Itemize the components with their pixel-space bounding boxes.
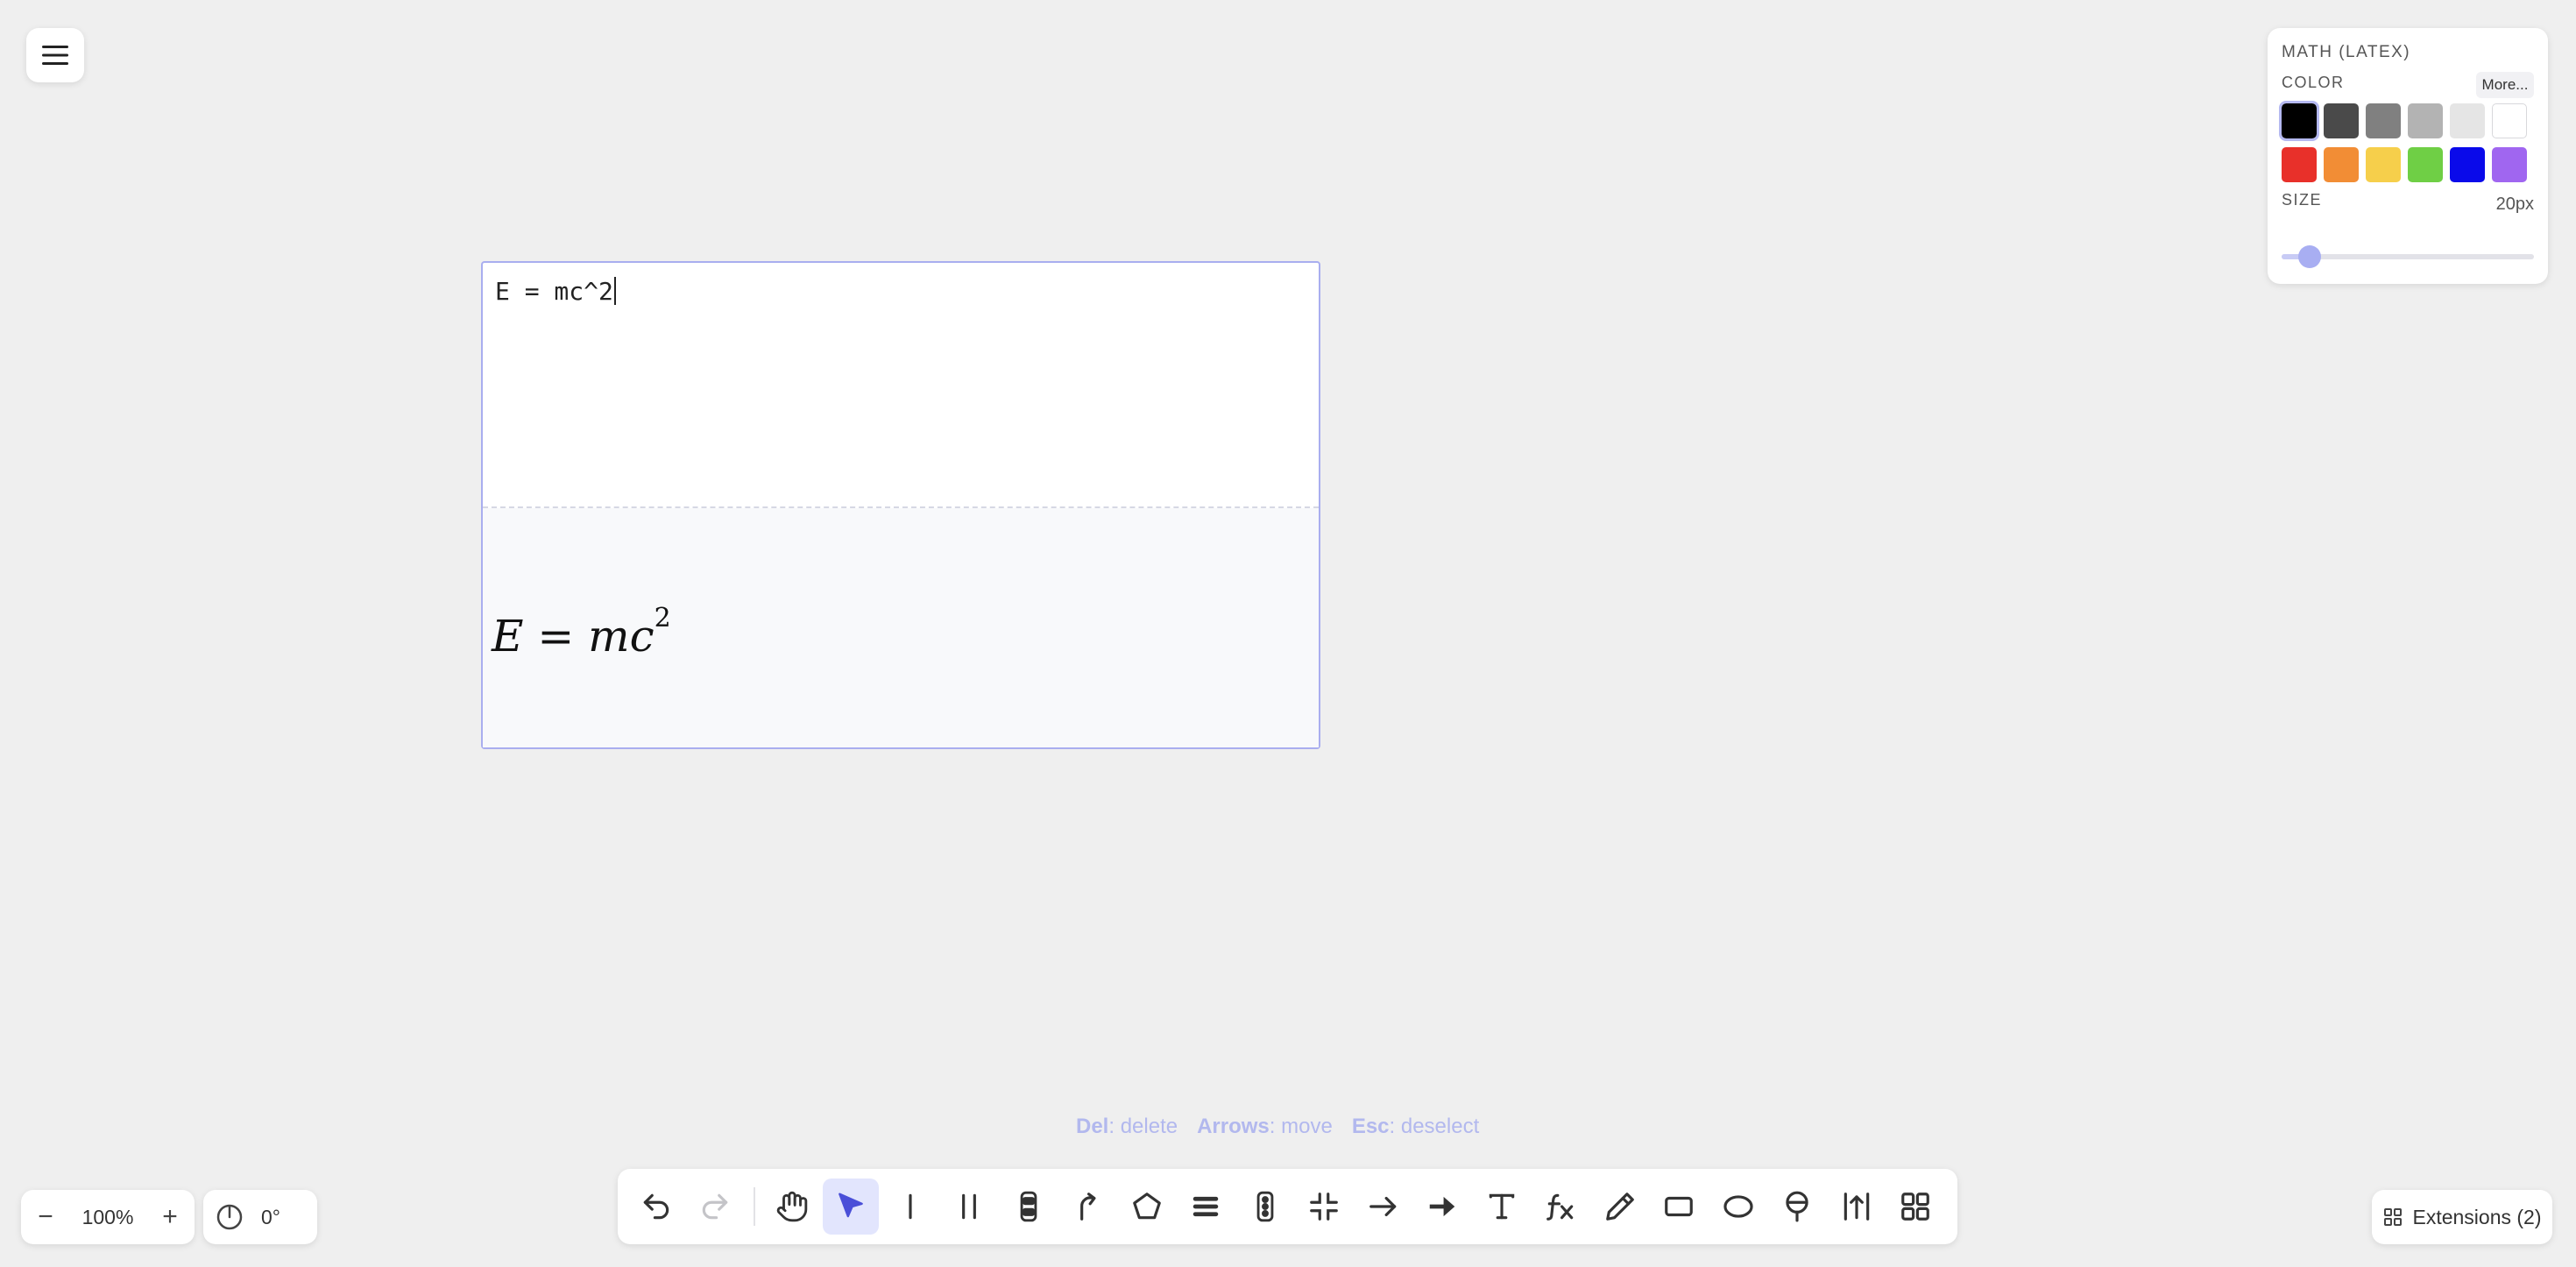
more-colors-button[interactable]: More... bbox=[2476, 72, 2534, 98]
compress-icon bbox=[1310, 1193, 1339, 1221]
rotation-value: 0° bbox=[261, 1205, 280, 1228]
rendered-base: E = mc bbox=[492, 611, 655, 662]
text-caret bbox=[613, 277, 616, 305]
size-value: 20px bbox=[2495, 195, 2534, 214]
math-function-tool[interactable] bbox=[1532, 1179, 1589, 1235]
undo-button[interactable] bbox=[628, 1179, 684, 1235]
rendered-exponent: 2 bbox=[654, 603, 671, 634]
curved-arrow-icon bbox=[1080, 1193, 1096, 1221]
stack-lines-icon bbox=[1192, 1196, 1219, 1217]
pin-icon bbox=[1786, 1191, 1808, 1222]
thick-arrow-tool[interactable] bbox=[1414, 1179, 1470, 1235]
extensions-grid-icon bbox=[2384, 1208, 2403, 1226]
toolbar-separator bbox=[754, 1187, 755, 1226]
zoom-level[interactable]: 100% bbox=[70, 1206, 145, 1229]
color-swatch[interactable] bbox=[2450, 147, 2485, 182]
color-swatches bbox=[2279, 101, 2532, 182]
double-line-icon bbox=[962, 1193, 977, 1220]
arrow-tool[interactable] bbox=[1355, 1179, 1412, 1235]
thick-arrow-icon bbox=[1429, 1196, 1455, 1217]
slider-thumb[interactable] bbox=[2297, 245, 2321, 268]
size-label: SIZE bbox=[2282, 191, 2323, 209]
main-menu-button[interactable] bbox=[26, 28, 84, 82]
zoom-out-button[interactable]: − bbox=[21, 1190, 70, 1244]
line-tool[interactable] bbox=[882, 1179, 938, 1235]
color-swatch[interactable] bbox=[2282, 147, 2317, 182]
size-slider[interactable] bbox=[2282, 244, 2534, 270]
zoom-in-button[interactable]: + bbox=[145, 1190, 195, 1244]
hint-key-arrows: Arrows bbox=[1197, 1115, 1270, 1138]
keyboard-hints: Del: delete Arrows: move Esc: deselect bbox=[1076, 1115, 1479, 1139]
hint-key-del: Del bbox=[1076, 1115, 1109, 1138]
hand-tool[interactable] bbox=[764, 1179, 820, 1235]
select-tool[interactable] bbox=[823, 1179, 879, 1235]
arrow-right-icon bbox=[1369, 1196, 1396, 1217]
text-tool[interactable] bbox=[1474, 1179, 1530, 1235]
measure-height-icon bbox=[1844, 1193, 1869, 1221]
color-swatch[interactable] bbox=[2279, 101, 2319, 141]
double-line-tool[interactable] bbox=[941, 1179, 997, 1235]
pencil-icon bbox=[1605, 1193, 1634, 1221]
rotation-dial-icon bbox=[216, 1204, 243, 1230]
pin-tool[interactable] bbox=[1769, 1179, 1825, 1235]
hint-action-esc: : deselect bbox=[1389, 1115, 1480, 1138]
rectangle-icon bbox=[1665, 1196, 1694, 1217]
undo-icon bbox=[643, 1193, 669, 1220]
color-swatch[interactable] bbox=[2366, 103, 2401, 138]
color-swatch[interactable] bbox=[2408, 103, 2443, 138]
hand-icon bbox=[776, 1191, 807, 1222]
ellipse-tool[interactable] bbox=[1710, 1179, 1766, 1235]
color-swatch[interactable] bbox=[2324, 147, 2359, 182]
panel-title: MATH (LATEX) bbox=[2282, 43, 2411, 61]
pentagon-icon bbox=[1132, 1193, 1161, 1220]
pencil-tool[interactable] bbox=[1592, 1179, 1648, 1235]
line-icon bbox=[909, 1193, 912, 1220]
extensions-label: Extensions (2) bbox=[2412, 1205, 2542, 1228]
color-swatch[interactable] bbox=[2408, 147, 2443, 182]
rendered-equation: E = mc2 bbox=[492, 603, 671, 662]
rectangle-tool[interactable] bbox=[1651, 1179, 1707, 1235]
ellipse-icon bbox=[1723, 1195, 1753, 1218]
hint-action-arrows: : move bbox=[1269, 1115, 1333, 1138]
latex-source-editor[interactable]: E = mc^2 bbox=[483, 263, 1319, 506]
traffic-light-tool[interactable] bbox=[1237, 1179, 1293, 1235]
vehicle-tool[interactable] bbox=[1001, 1179, 1057, 1235]
zoom-controls: − 100% + bbox=[21, 1190, 195, 1244]
color-swatch[interactable] bbox=[2450, 103, 2485, 138]
stack-tool[interactable] bbox=[1178, 1179, 1234, 1235]
redo-icon bbox=[703, 1193, 728, 1220]
curved-arrow-tool[interactable] bbox=[1059, 1179, 1115, 1235]
rotation-button[interactable] bbox=[203, 1190, 256, 1244]
grid-tool[interactable] bbox=[1887, 1179, 1943, 1235]
rotation-controls: 0° bbox=[203, 1190, 317, 1244]
color-swatch[interactable] bbox=[2492, 147, 2527, 182]
latex-source-text: E = mc^2 bbox=[495, 277, 613, 306]
cursor-arrow-icon bbox=[839, 1193, 864, 1218]
math-element[interactable]: E = mc^2 E = mc2 bbox=[481, 261, 1320, 749]
math-preview: E = mc2 bbox=[483, 508, 1319, 747]
hamburger-icon bbox=[42, 46, 68, 65]
hint-action-del: : delete bbox=[1108, 1115, 1178, 1138]
hint-key-esc: Esc bbox=[1351, 1115, 1390, 1138]
text-icon bbox=[1489, 1193, 1514, 1220]
color-swatch[interactable] bbox=[2324, 103, 2359, 138]
redo-button[interactable] bbox=[688, 1179, 744, 1235]
main-toolbar bbox=[618, 1169, 1957, 1244]
grid-icon bbox=[1901, 1193, 1930, 1221]
polygon-tool[interactable] bbox=[1119, 1179, 1175, 1235]
extensions-button[interactable]: Extensions (2) bbox=[2372, 1190, 2552, 1244]
vehicle-icon bbox=[1020, 1191, 1037, 1222]
measure-tool[interactable] bbox=[1829, 1179, 1885, 1235]
color-label: COLOR bbox=[2282, 74, 2345, 91]
color-swatch[interactable] bbox=[2492, 103, 2527, 138]
properties-panel: MATH (LATEX) COLOR More... SIZE 20px bbox=[2268, 28, 2548, 284]
traffic-light-icon bbox=[1256, 1191, 1274, 1222]
function-fx-icon bbox=[1546, 1193, 1574, 1221]
compress-tool[interactable] bbox=[1296, 1179, 1352, 1235]
color-swatch[interactable] bbox=[2366, 147, 2401, 182]
